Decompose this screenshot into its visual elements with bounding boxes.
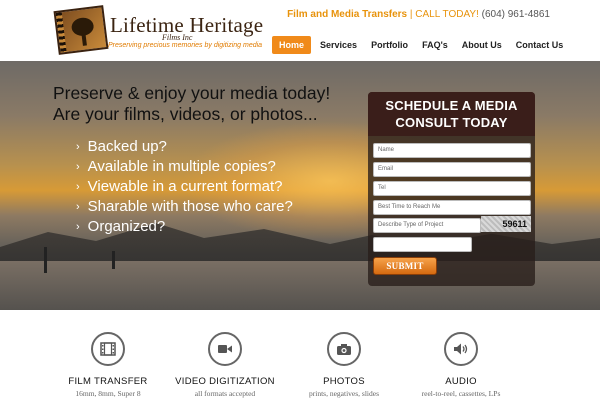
main-nav: Home Services Portfolio FAQ's About Us C… (272, 36, 570, 54)
service-subtitle: prints, negatives, slides (309, 389, 379, 398)
service-film-transfer[interactable]: FILM TRANSFER 16mm, 8mm, Super 8 (53, 332, 163, 398)
logo-tagline: Preserving precious memories by digitizi… (108, 42, 263, 49)
hero-headline-line1: Preserve & enjoy your media today! (53, 83, 331, 103)
bullet-item: › Backed up? (76, 137, 293, 157)
captcha-input[interactable] (373, 237, 472, 252)
bullet-text: Sharable with those who care? (87, 198, 293, 215)
bullet-item: › Organized? (76, 217, 293, 237)
service-subtitle: reel-to-reel, cassettes, LPs (421, 389, 501, 398)
logo-image[interactable] (53, 5, 109, 55)
service-audio[interactable]: AUDIO reel-to-reel, cassettes, LPs (406, 332, 516, 398)
chevron-right-icon: › (76, 221, 80, 233)
bullet-text: Organized? (87, 218, 166, 235)
service-subtitle: all formats accepted (194, 389, 256, 398)
water-post (112, 251, 115, 269)
film-icon (91, 332, 125, 366)
chevron-right-icon: › (76, 201, 80, 213)
chevron-right-icon: › (76, 141, 80, 153)
submit-button[interactable]: SUBMIT (373, 257, 437, 275)
tel-field[interactable]: Tel (373, 181, 531, 196)
nav-faqs[interactable]: FAQ's (415, 36, 455, 54)
service-subtitle: 16mm, 8mm, Super 8 (75, 389, 141, 398)
service-photos[interactable]: PHOTOS prints, negatives, slides (289, 332, 399, 398)
site-header: Lifetime Heritage Films Inc Preserving p… (0, 0, 600, 61)
service-title: FILM TRANSFER (68, 376, 148, 387)
nav-about-us[interactable]: About Us (455, 36, 509, 54)
contact-line: Film and Media Transfers | CALL TODAY! (… (287, 9, 550, 20)
water-post (44, 247, 47, 273)
logo-subtitle: Films Inc (162, 33, 193, 42)
service-title: VIDEO DIGITIZATION (175, 376, 275, 387)
services-strip: FILM TRANSFER 16mm, 8mm, Super 8 VIDEO D… (0, 310, 600, 400)
form-title: SCHEDULE A MEDIA CONSULT TODAY (368, 92, 535, 136)
captcha-image: 59611 (481, 216, 531, 232)
bullet-text: Viewable in a current format? (87, 178, 283, 195)
chevron-right-icon: › (76, 181, 80, 193)
call-today-label: CALL TODAY! (415, 9, 479, 20)
bullet-text: Backed up? (87, 138, 167, 155)
camera-icon (327, 332, 361, 366)
service-title: AUDIO (445, 376, 477, 387)
nav-services[interactable]: Services (313, 36, 364, 54)
nav-contact-us[interactable]: Contact Us (509, 36, 571, 54)
bullet-item: › Viewable in a current format? (76, 177, 293, 197)
hero-bullet-list: › Backed up? › Available in multiple copie… (76, 137, 293, 237)
hero-banner: Preserve & enjoy your media today! Are y… (0, 61, 600, 310)
service-video-digitization[interactable]: VIDEO DIGITIZATION all formats accepted (170, 332, 280, 398)
bullet-text: Available in multiple copies? (87, 158, 276, 175)
speaker-icon (444, 332, 478, 366)
phone-number[interactable]: (604) 961-4861 (482, 9, 550, 20)
email-field[interactable]: Email (373, 162, 531, 177)
contact-separator: | (409, 9, 413, 20)
form-title-line2: CONSULT TODAY (395, 115, 508, 130)
name-field[interactable]: Name (373, 143, 531, 158)
project-type-field[interactable]: Describe Type of Project (373, 218, 481, 233)
nav-portfolio[interactable]: Portfolio (364, 36, 415, 54)
nav-home[interactable]: Home (272, 36, 312, 54)
best-time-field[interactable]: Best Time to Reach Me (373, 200, 531, 215)
bullet-item: › Available in multiple copies? (76, 157, 293, 177)
hero-headline-line2: Are your films, videos, or photos... (53, 104, 318, 124)
consult-form: SCHEDULE A MEDIA CONSULT TODAY Name Emai… (368, 92, 535, 286)
contact-label: Film and Media Transfers (287, 9, 408, 20)
form-title-line1: SCHEDULE A MEDIA (385, 98, 518, 113)
chevron-right-icon: › (76, 161, 80, 173)
service-title: PHOTOS (323, 376, 365, 387)
video-camera-icon (208, 332, 242, 366)
hero-headline: Preserve & enjoy your media today! Are y… (53, 83, 330, 125)
bullet-item: › Sharable with those who care? (76, 197, 293, 217)
